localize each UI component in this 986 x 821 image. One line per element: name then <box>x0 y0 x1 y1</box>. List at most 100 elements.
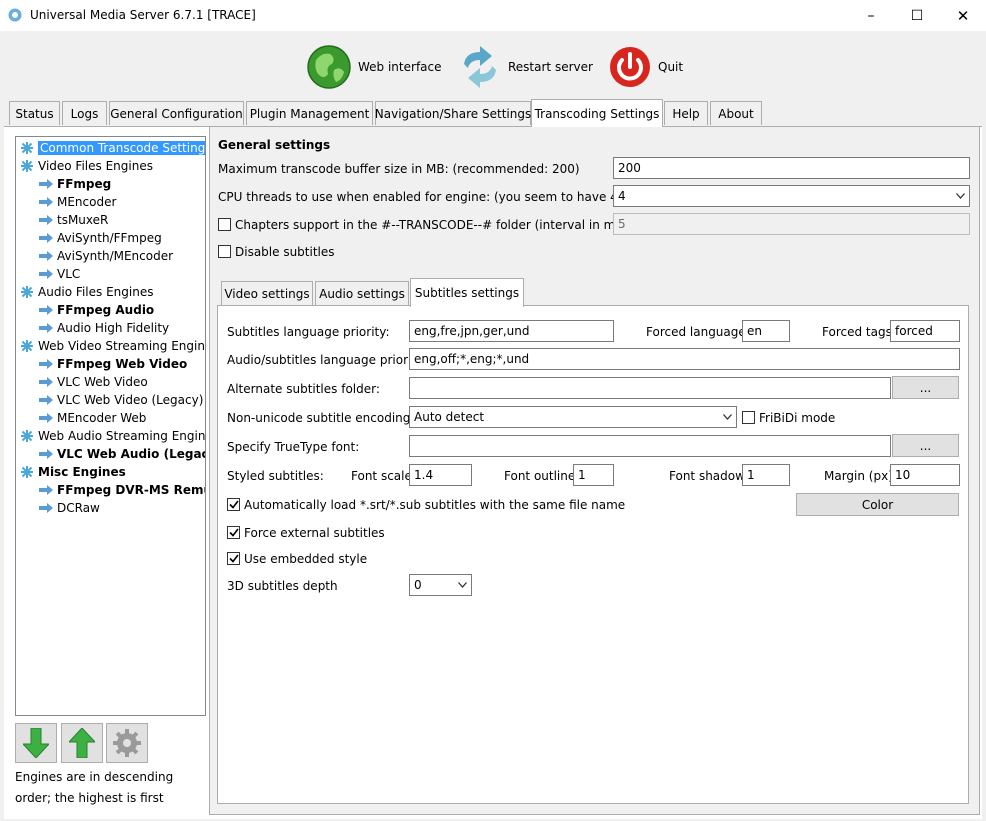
force-external-subtitles-label: Force external subtitles <box>244 526 385 540</box>
subtitle-encoding-select[interactable]: Auto detect <box>409 406 737 428</box>
tab-general-configuration[interactable]: General Configuration <box>109 101 244 125</box>
tab-logs[interactable]: Logs <box>62 101 107 125</box>
tree-item-label: Misc Engines <box>38 465 126 479</box>
tab-subtitles-settings[interactable]: Subtitles settings <box>410 278 524 307</box>
tree-item-web-video-streaming-engines[interactable]: Web Video Streaming Engines <box>20 337 206 355</box>
tree-item-label: Video Files Engines <box>38 159 153 173</box>
arrow-right-icon <box>39 357 53 371</box>
cpu-threads-select[interactable]: 4 <box>613 185 970 207</box>
web-interface-button[interactable]: Web interface <box>306 42 442 92</box>
tab-transcoding-settings[interactable]: Transcoding Settings <box>531 99 663 127</box>
quit-button[interactable]: Quit <box>608 42 683 92</box>
tree-item-label: FFmpeg Web Video <box>57 357 188 371</box>
arrow-right-icon <box>39 411 53 425</box>
tree-item-web-audio-streaming-engines[interactable]: Web Audio Streaming Engines <box>20 427 205 445</box>
tree-item-misc-engines[interactable]: Misc Engines <box>20 463 126 481</box>
color-button[interactable]: Color <box>796 493 959 516</box>
window-title: Universal Media Server 6.7.1 [TRACE] <box>30 8 256 22</box>
autoload-subtitles-checkbox[interactable] <box>227 498 240 511</box>
tree-item-avisynth-mencoder[interactable]: AviSynth/MEncoder <box>39 247 173 265</box>
disable-subtitles-checkbox[interactable] <box>218 245 231 258</box>
tree-item-ffmpeg-dvr-ms-remux[interactable]: FFmpeg DVR-MS Remux <box>39 481 206 499</box>
browse-font-button[interactable]: ... <box>892 434 959 457</box>
tab-status[interactable]: Status <box>9 101 60 125</box>
tree-item-tsmuxer[interactable]: tsMuxeR <box>39 211 108 229</box>
arrow-right-icon <box>39 483 53 497</box>
tab-about[interactable]: About <box>710 101 762 125</box>
font-scale-input[interactable]: 1.4 <box>409 464 472 486</box>
minimize-button[interactable]: – <box>848 0 894 31</box>
truetype-font-input[interactable] <box>409 435 891 457</box>
tree-item-dcraw[interactable]: DCRaw <box>39 499 100 517</box>
tab-video-settings[interactable]: Video settings <box>221 281 313 305</box>
tab-label: Audio settings <box>319 286 405 301</box>
engine-tree[interactable]: Common Transcode Settings Video Files En… <box>15 136 206 716</box>
tree-item-video-files-engines[interactable]: Video Files Engines <box>20 157 153 175</box>
alternate-subtitles-folder-input[interactable] <box>409 377 891 399</box>
snowflake-icon <box>20 159 34 173</box>
tab-label: About <box>718 106 754 121</box>
tab-audio-settings[interactable]: Audio settings <box>315 281 409 305</box>
checkmark-icon <box>228 528 239 537</box>
tree-item-vlc-web-video[interactable]: VLC Web Video <box>39 373 148 391</box>
move-down-button[interactable] <box>15 723 57 763</box>
chapters-checkbox[interactable] <box>218 218 231 231</box>
tree-item-label: Web Video Streaming Engines <box>38 339 206 353</box>
tree-item-audio-files-engines[interactable]: Audio Files Engines <box>20 283 153 301</box>
tab-navigation-share-settings[interactable]: Navigation/Share Settings <box>375 101 531 125</box>
tab-help[interactable]: Help <box>664 101 708 125</box>
close-button[interactable]: ✕ <box>940 0 986 31</box>
arrow-right-icon <box>39 195 53 209</box>
arrow-right-icon <box>39 501 53 515</box>
snowflake-icon <box>20 465 34 479</box>
forced-language-input[interactable]: en <box>742 320 790 342</box>
tree-item-vlc-web-video-legacy[interactable]: VLC Web Video (Legacy) <box>39 391 203 409</box>
audio-subtitles-priority-label: Audio/subtitles language priority: <box>227 353 427 367</box>
engine-settings-button[interactable] <box>106 723 148 763</box>
maximize-button[interactable]: ☐ <box>894 0 940 31</box>
alternate-subtitles-folder-label: Alternate subtitles folder: <box>227 382 380 396</box>
font-outline-input[interactable]: 1 <box>573 464 614 486</box>
tree-item-ffmpeg[interactable]: FFmpeg <box>39 175 111 193</box>
tree-item-vlc-web-audio-legacy[interactable]: VLC Web Audio (Legacy) <box>39 445 205 463</box>
chapters-interval-input[interactable]: 5 <box>613 213 970 235</box>
tab-label: Video settings <box>224 286 310 301</box>
tree-item-mencoder-web[interactable]: MEncoder Web <box>39 409 146 427</box>
tree-item-label: DCRaw <box>57 501 100 515</box>
tree-item-label: FFmpeg DVR-MS Remux <box>57 483 206 497</box>
tab-label: Help <box>672 106 700 121</box>
embedded-style-checkbox[interactable] <box>227 552 240 565</box>
fribidi-checkbox[interactable] <box>742 411 755 424</box>
tree-item-ffmpeg-web-video[interactable]: FFmpeg Web Video <box>39 355 187 373</box>
tree-item-label: AviSynth/FFmpeg <box>57 231 162 245</box>
tree-item-avisynth-ffmpeg[interactable]: AviSynth/FFmpeg <box>39 229 162 247</box>
force-external-subtitles-checkbox[interactable] <box>227 526 240 539</box>
move-up-button[interactable] <box>61 723 103 763</box>
tree-item-mencoder[interactable]: MEncoder <box>39 193 116 211</box>
tab-plugin-management[interactable]: Plugin Management <box>246 101 373 125</box>
subtitles-language-priority-input[interactable]: eng,fre,jpn,ger,und <box>409 320 614 342</box>
browse-folder-button[interactable]: ... <box>892 376 959 399</box>
checkmark-icon <box>228 500 239 509</box>
font-shadow-input[interactable]: 1 <box>742 464 790 486</box>
restart-server-label: Restart server <box>508 60 593 74</box>
tree-item-audio-high-fidelity[interactable]: Audio High Fidelity <box>39 319 169 337</box>
tree-item-common-transcode-settings[interactable]: Common Transcode Settings <box>20 139 205 157</box>
buffer-size-input[interactable]: 200 <box>613 157 970 179</box>
arrow-up-icon <box>69 728 95 758</box>
restart-server-button[interactable]: Restart server <box>458 42 593 92</box>
margin-input[interactable]: 10 <box>890 464 960 486</box>
font-scale-label: Font scale <box>351 469 412 483</box>
tree-item-label: AviSynth/MEncoder <box>57 249 174 263</box>
audio-subtitles-priority-input[interactable]: eng,off;*,eng;*,und <box>409 348 960 370</box>
tree-item-ffmpeg-audio[interactable]: FFmpeg Audio <box>39 301 154 319</box>
forced-tags-input[interactable]: forced <box>890 320 960 342</box>
subtitles-depth-select[interactable]: 0 <box>409 574 472 596</box>
tree-item-label: VLC Web Video (Legacy) <box>57 393 204 407</box>
autoload-subtitles-label: Automatically load *.srt/*.sub subtitles… <box>244 498 626 512</box>
title-bar[interactable]: Universal Media Server 6.7.1 [TRACE] – ☐… <box>0 0 986 31</box>
tab-label: Plugin Management <box>249 106 370 121</box>
tree-item-vlc[interactable]: VLC <box>39 265 80 283</box>
tab-label: Status <box>15 106 54 121</box>
chevron-down-icon <box>718 407 736 427</box>
